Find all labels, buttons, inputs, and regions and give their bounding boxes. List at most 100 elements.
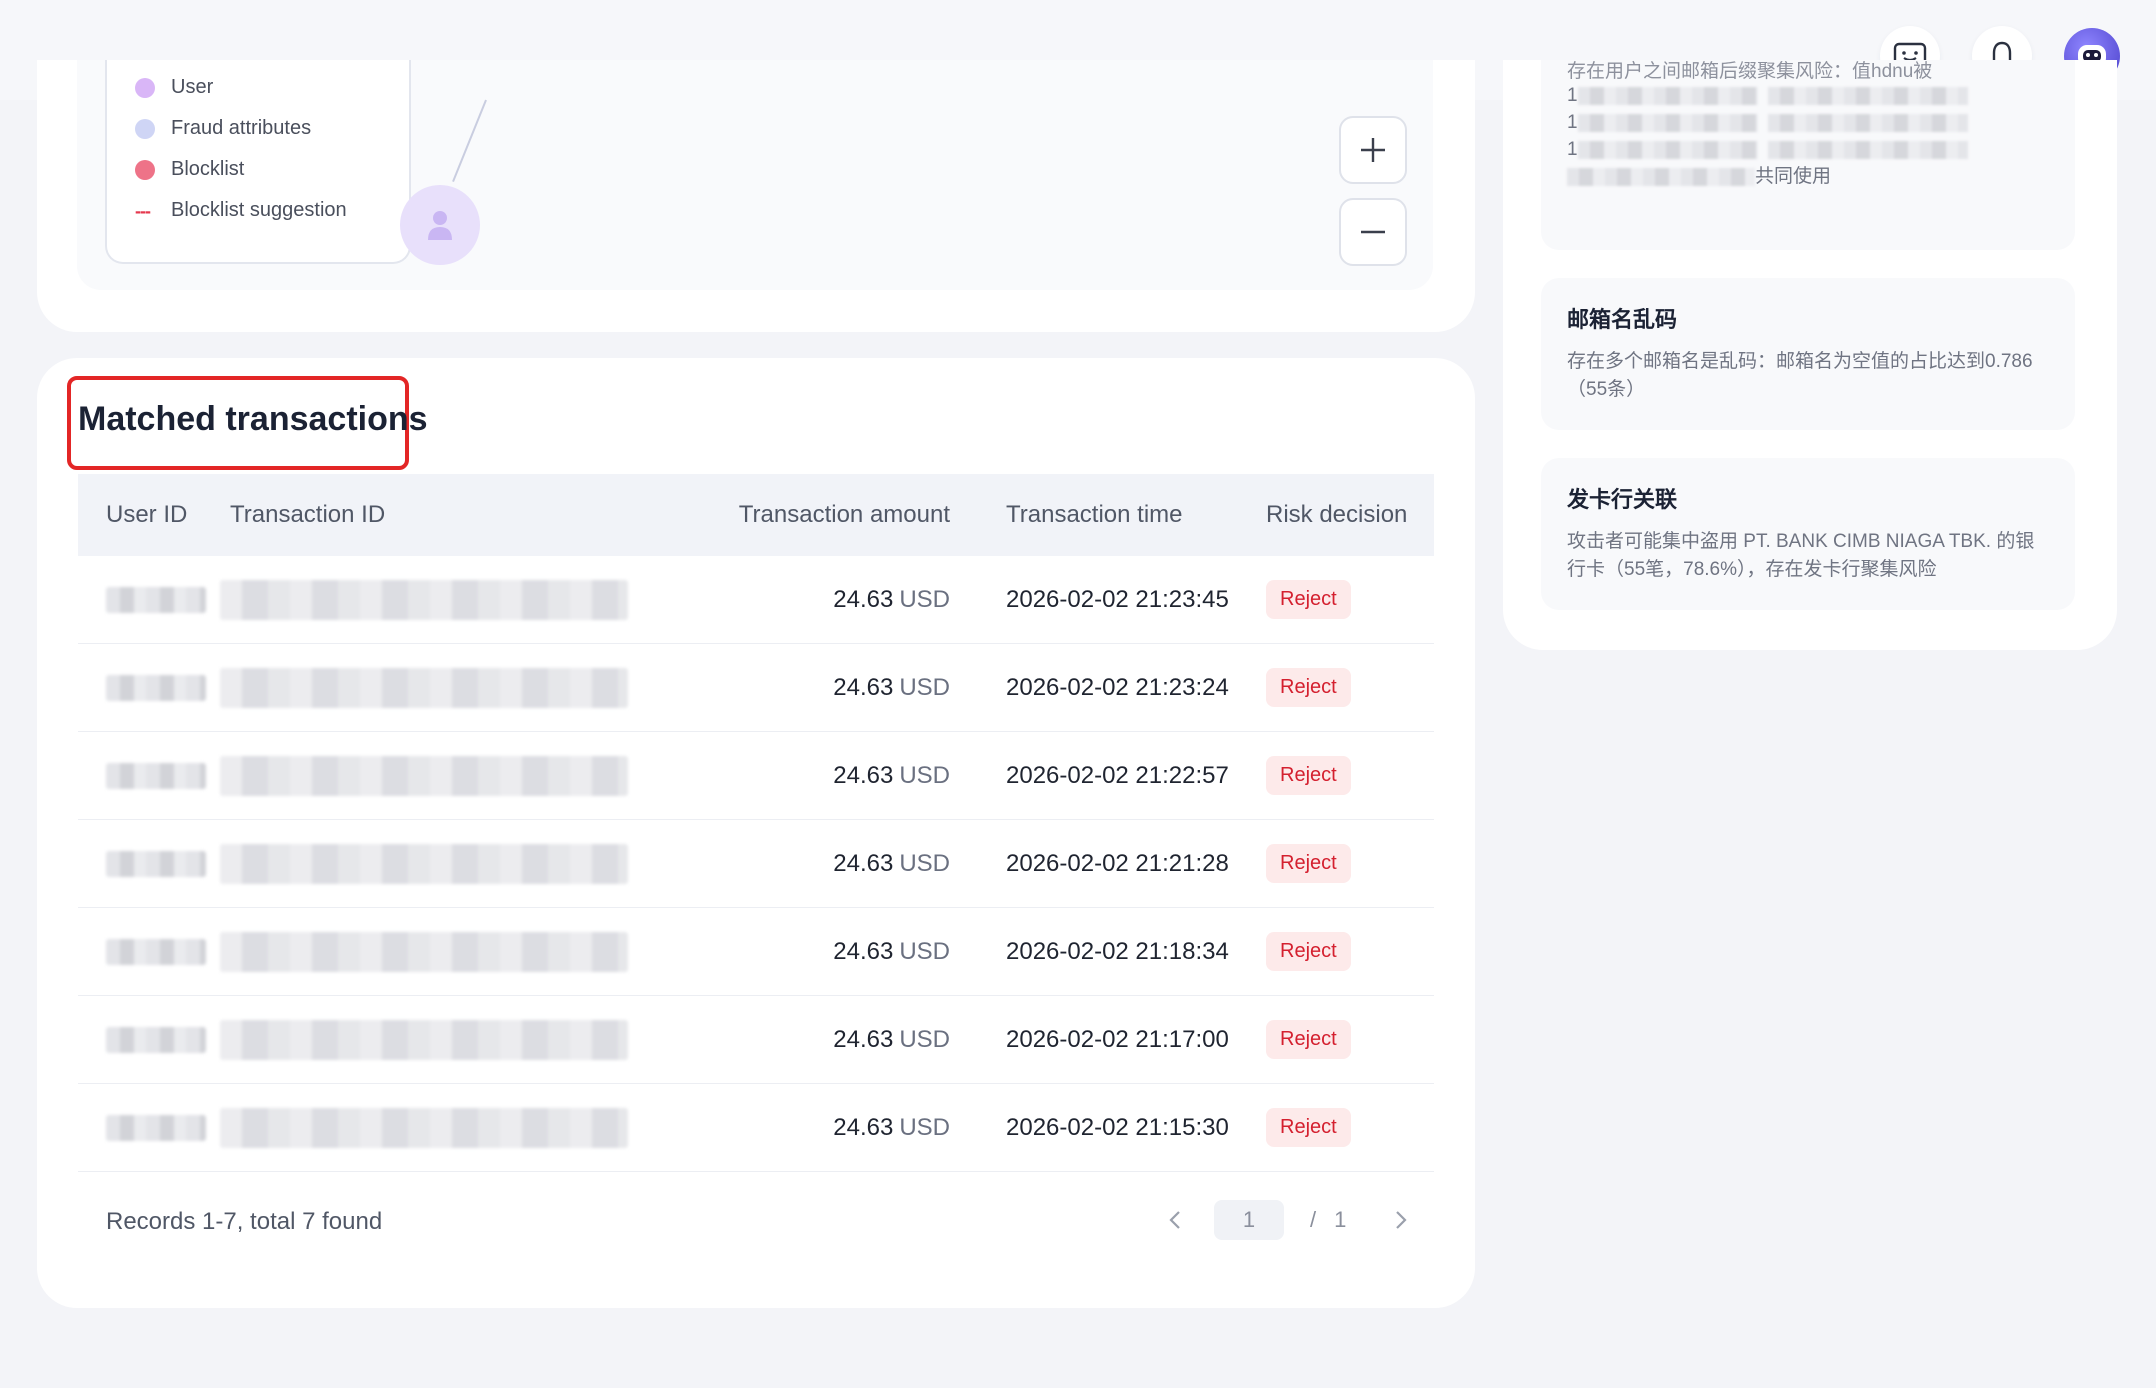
redacted-email — [1767, 140, 1968, 159]
card-title: 邮箱名乱码 — [1567, 307, 1678, 332]
transaction-time: 2026-02-02 21:21:28 — [1006, 849, 1229, 877]
table-row[interactable]: 24.63 USD 2026-02-02 21:15:30 Reject — [78, 1084, 1434, 1172]
page-number-input[interactable]: 1 — [1214, 1200, 1284, 1240]
amount-currency: USD — [899, 937, 950, 965]
legend-dot — [135, 77, 155, 98]
risk-decision-cell: Reject — [1236, 1020, 1434, 1059]
email-risk-partial-text: 存在用户之间邮箱后缀聚集风险：值hdnu被 — [1567, 61, 1933, 82]
redacted-email — [1577, 86, 1758, 105]
amount-currency: USD — [899, 585, 950, 613]
amount-value: 24.63 — [833, 937, 894, 965]
amount-cell: 24.63 USD — [710, 850, 950, 878]
amount-cell: 24.63 USD — [710, 1114, 950, 1142]
legend-label: Blocklist — [171, 158, 245, 180]
redacted-email — [1767, 86, 1968, 105]
dashed-line-icon: --- — [135, 200, 151, 221]
column-header-amount: Transaction amount — [738, 501, 950, 528]
email-risk-details: 存在用户之间邮箱后缀聚集风险：值hdnu被 1 1 1 共同使用 — [1567, 58, 2049, 190]
chevron-right-icon — [1396, 1211, 1407, 1229]
risk-insights-panel: 存在用户之间邮箱后缀聚集风险：值hdnu被 1 1 1 共同使用 邮箱名乱码 存… — [1503, 60, 2117, 650]
table-row[interactable]: 24.63 USD 2026-02-02 21:17:00 Reject — [78, 996, 1434, 1084]
previous-page-button[interactable] — [1150, 1209, 1200, 1231]
email-suffix-risk-card: 存在用户之间邮箱后缀聚集风险：值hdnu被 1 1 1 共同使用 — [1541, 60, 2075, 250]
user-id-cell — [78, 938, 230, 965]
risk-decision-cell: Reject — [1236, 756, 1434, 795]
table-row[interactable]: 24.63 USD 2026-02-02 21:21:28 Reject — [78, 820, 1434, 908]
page-separator: / — [1310, 1207, 1317, 1232]
redacted-email — [1577, 113, 1758, 132]
redacted-transaction-id — [220, 755, 628, 796]
column-header-transaction-id: Transaction ID — [230, 501, 386, 528]
redacted-email — [1767, 113, 1968, 132]
graph-user-node[interactable] — [400, 185, 480, 265]
issuer-association-card: 发卡行关联 攻击者可能集中盗用 PT. BANK CIMB NIAGA TBK.… — [1541, 458, 2075, 610]
amount-value: 24.63 — [833, 1113, 894, 1141]
legend-item-user: User — [135, 67, 409, 108]
user-id-cell — [78, 674, 230, 701]
amount-cell: 24.63 USD — [710, 938, 950, 966]
legend-item-blocklist-suggestion: --- Blocklist suggestion — [135, 190, 409, 231]
amount-cell: 24.63 USD — [710, 674, 950, 702]
zoom-in-button[interactable] — [1339, 116, 1407, 184]
transaction-time: 2026-02-02 21:18:34 — [1006, 937, 1229, 965]
legend-dot — [135, 159, 155, 180]
legend-dot — [135, 118, 155, 139]
records-summary: Records 1-7, total 7 found — [106, 1208, 383, 1235]
graph-legend: User Fraud attributes Blocklist --- Bloc… — [105, 60, 411, 264]
legend-label: User — [171, 76, 214, 98]
risk-decision-cell: Reject — [1236, 668, 1434, 707]
card-description: 存在多个邮箱名是乱码：邮箱名为空值的占比达到0.786（55条） — [1567, 351, 2033, 400]
redacted-email — [1567, 167, 1755, 186]
redacted-user-id — [106, 762, 206, 789]
chevron-left-icon — [1169, 1211, 1180, 1229]
user-id-cell — [78, 762, 230, 789]
transaction-id-cell — [220, 1107, 710, 1148]
email-risk-row: 共同使用 — [1567, 163, 2049, 190]
amount-currency: USD — [899, 1113, 950, 1141]
pagination: 1 / 1 — [1150, 1200, 1426, 1240]
redacted-transaction-id — [220, 667, 628, 708]
legend-label: Blocklist suggestion — [171, 199, 347, 221]
redacted-user-id — [106, 850, 206, 877]
amount-currency: USD — [899, 673, 950, 701]
risk-decision-cell: Reject — [1236, 580, 1434, 619]
redacted-transaction-id — [220, 931, 628, 972]
email-garbled-card: 邮箱名乱码 存在多个邮箱名是乱码：邮箱名为空值的占比达到0.786（55条） — [1541, 278, 2075, 430]
redacted-user-id — [106, 586, 206, 613]
reject-badge: Reject — [1266, 756, 1351, 795]
redacted-transaction-id — [220, 1107, 628, 1148]
table-header: User ID Transaction ID Transaction amoun… — [78, 474, 1434, 556]
table-row[interactable]: 24.63 USD 2026-02-02 21:23:24 Reject — [78, 644, 1434, 732]
email-risk-row: 1 — [1567, 82, 2049, 109]
transaction-id-cell — [220, 843, 710, 884]
redacted-user-id — [106, 938, 206, 965]
section-title: Matched transactions — [78, 400, 428, 438]
reject-badge: Reject — [1266, 844, 1351, 883]
amount-value: 24.63 — [833, 673, 894, 701]
minus-icon — [1361, 230, 1385, 234]
card-description: 攻击者可能集中盗用 PT. BANK CIMB NIAGA TBK. 的银行卡（… — [1567, 531, 2035, 580]
amount-value: 24.63 — [833, 1025, 894, 1053]
table-row[interactable]: 24.63 USD 2026-02-02 21:18:34 Reject — [78, 908, 1434, 996]
risk-decision-cell: Reject — [1236, 1108, 1434, 1147]
redacted-transaction-id — [220, 579, 628, 620]
transaction-time: 2026-02-02 21:17:00 — [1006, 1025, 1229, 1053]
table-row[interactable]: 24.63 USD 2026-02-02 21:22:57 Reject — [78, 732, 1434, 820]
legend-label: Fraud attributes — [171, 117, 312, 139]
next-page-button[interactable] — [1376, 1209, 1426, 1231]
transaction-id-cell — [220, 755, 710, 796]
transaction-time: 2026-02-02 21:23:45 — [1006, 585, 1229, 613]
legend-item-blocklist: Blocklist — [135, 149, 409, 190]
amount-value: 24.63 — [833, 585, 894, 613]
risk-decision-cell: Reject — [1236, 844, 1434, 883]
table-row[interactable]: 24.63 USD 2026-02-02 21:23:45 Reject — [78, 556, 1434, 644]
redacted-email — [1577, 140, 1758, 159]
email-risk-row: 1 — [1567, 136, 2049, 163]
user-id-cell — [78, 1114, 230, 1141]
reject-badge: Reject — [1266, 668, 1351, 707]
amount-currency: USD — [899, 761, 950, 789]
zoom-out-button[interactable] — [1339, 198, 1407, 266]
email-risk-prefix: 1 — [1567, 112, 1578, 133]
transaction-id-cell — [220, 1019, 710, 1060]
redacted-user-id — [106, 674, 206, 701]
